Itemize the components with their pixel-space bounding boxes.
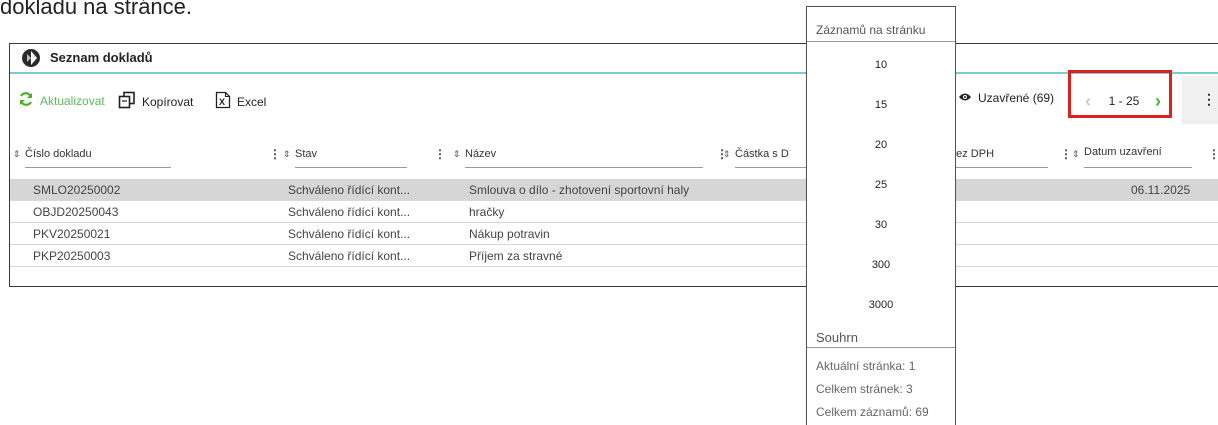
refresh-button[interactable]: Aktualizovat (18, 91, 105, 110)
eye-icon (958, 91, 972, 105)
more-options-icon[interactable]: ⋮ (1202, 91, 1216, 108)
dropdown-divider (807, 347, 955, 348)
chevron-left-icon[interactable]: ‹ (1078, 91, 1098, 112)
refresh-label: Aktualizovat (40, 93, 105, 108)
table-row[interactable]: OBJD20250043 Schváleno řídící kont... hr… (10, 201, 1218, 223)
pager-range[interactable]: 1 - 25 (1102, 94, 1146, 108)
sort-icon[interactable]: ⇕ (1072, 149, 1080, 160)
table-header: ⇕ Číslo dokladu ⋮ ⇕ Stav ⋮ ⇕ Název ⋮ ⇕ Č… (10, 142, 1218, 174)
excel-button[interactable]: X Excel (215, 91, 266, 112)
column-menu-icon[interactable]: ⋮ (434, 147, 446, 161)
table-body: SMLO20250002 Schváleno řídící kont... Sm… (10, 179, 1218, 267)
column-header-name[interactable]: ⇕ Název ⋮ (453, 142, 743, 172)
column-menu-icon[interactable]: ⋮ (269, 147, 281, 161)
page-size-option-20[interactable]: 20 (807, 139, 955, 151)
svg-text:X: X (219, 97, 225, 107)
excel-icon: X (215, 91, 231, 112)
copy-icon (118, 91, 136, 112)
panel-title-bar: Seznam dokladů (10, 44, 1218, 74)
document-caption: dokladu na stránce. (0, 0, 193, 19)
sort-icon[interactable]: ⇕ (283, 149, 291, 160)
column-header-state[interactable]: ⇕ Stav ⋮ (283, 142, 455, 172)
pager: ‹ 1 - 25 › (1078, 90, 1176, 112)
table-row[interactable]: SMLO20250002 Schváleno řídící kont... Sm… (10, 179, 1218, 201)
page-size-header: Záznamů na stránku (816, 23, 926, 37)
column-menu-icon[interactable]: ⋮ (1208, 147, 1218, 161)
sort-icon[interactable]: ⇕ (13, 149, 21, 160)
closed-filter-toggle[interactable]: Uzavřené (69) (958, 91, 1054, 105)
page-size-option-300[interactable]: 300 (807, 259, 955, 271)
table-row[interactable]: PKV20250021 Schváleno řídící kont... Nák… (10, 223, 1218, 245)
column-header-closed-date[interactable]: ⇕ Datum uzavření ⋮ (1072, 142, 1218, 172)
app-logo-icon (22, 49, 40, 67)
current-page-stat: Aktuální stránka: 1 (816, 359, 916, 373)
copy-button[interactable]: Kopírovat (118, 91, 193, 112)
table-row[interactable]: PKP20250003 Schváleno řídící kont... Pří… (10, 245, 1218, 267)
column-header-number[interactable]: ⇕ Číslo dokladu ⋮ (13, 142, 298, 172)
dropdown-divider (807, 41, 955, 42)
page-size-option-30[interactable]: 30 (807, 219, 955, 231)
total-pages-stat: Celkem stránek: 3 (816, 382, 913, 396)
column-menu-icon[interactable]: ⋮ (1060, 147, 1072, 161)
refresh-icon (18, 91, 34, 110)
excel-label: Excel (237, 94, 267, 109)
column-header-amount[interactable]: ⇕ Částka s D (723, 142, 815, 172)
closed-filter-label: Uzavřené (69) (978, 91, 1055, 105)
chevron-right-icon[interactable]: › (1148, 91, 1168, 112)
page-size-option-3000[interactable]: 3000 (807, 299, 955, 311)
sort-icon[interactable]: ⇕ (453, 149, 461, 160)
total-records-stat: Celkem záznamů: 69 (816, 405, 929, 419)
page-size-option-25[interactable]: 25 (807, 179, 955, 191)
panel-title: Seznam dokladů (50, 50, 153, 65)
page-size-dropdown: Záznamů na stránku 10 15 20 25 30 300 30… (806, 6, 956, 425)
sort-icon[interactable]: ⇕ (723, 149, 731, 160)
document-list-panel: Seznam dokladů Aktualizovat Kopírovat X … (9, 43, 1218, 287)
copy-label: Kopírovat (142, 94, 194, 109)
page-size-option-15[interactable]: 15 (807, 99, 955, 111)
page-size-option-10[interactable]: 10 (807, 59, 955, 71)
column-header-amount-net[interactable]: bez DPH ⋮ (948, 142, 1072, 172)
summary-header: Souhrn (816, 330, 858, 345)
